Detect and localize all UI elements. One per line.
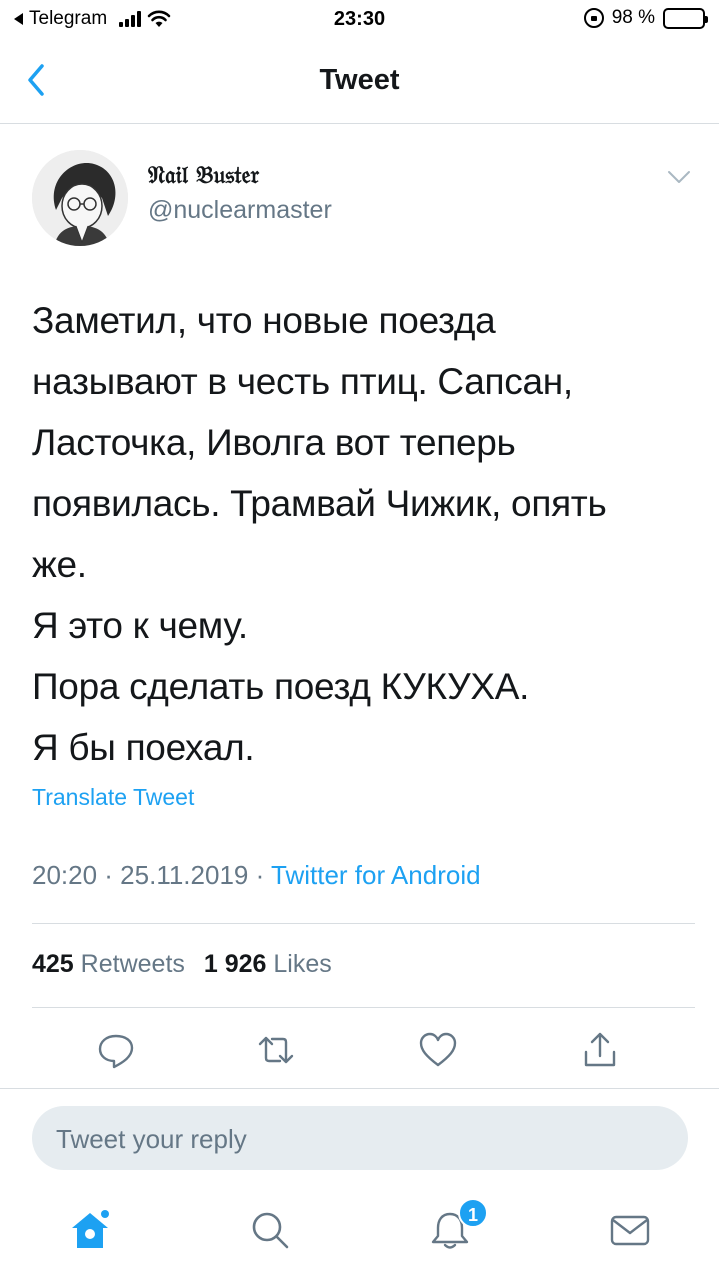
reply-placeholder: Tweet your reply <box>56 1124 247 1154</box>
retweets-label[interactable]: Retweets <box>81 950 185 978</box>
notification-badge: 1 <box>458 1198 488 1228</box>
tweet-timestamp: 20:20 · 25.11.2019 · <box>32 860 272 890</box>
divider <box>0 1088 719 1089</box>
tweet-text-line: Ласточка, Иволга вот теперь <box>32 422 516 463</box>
page-title: Tweet <box>319 64 400 96</box>
tweet-text-line: Пора сделать поезд КУКУХА. <box>32 666 530 707</box>
orientation-lock-icon <box>583 8 604 28</box>
tweet-stats: 425 Retweets 1 926 Likes <box>32 950 344 979</box>
tweet-text-line: Заметил, что новые поезда <box>32 300 496 341</box>
like-icon[interactable] <box>418 1030 458 1070</box>
tweet-text: Заметил, что новые поезда называют в чес… <box>32 290 692 778</box>
divider <box>32 1007 695 1008</box>
search-icon[interactable] <box>248 1208 292 1252</box>
author-handle[interactable]: @nuclearmaster <box>148 196 332 225</box>
tweet-meta: 20:20 · 25.11.2019 · Twitter for Android <box>32 860 481 891</box>
avatar-drawing <box>32 150 128 246</box>
battery-percent: 98 % <box>611 7 655 28</box>
retweets-count[interactable]: 425 <box>32 950 74 978</box>
chevron-down-icon[interactable] <box>664 166 694 188</box>
likes-label[interactable]: Likes <box>273 950 331 978</box>
messages-icon[interactable] <box>608 1208 652 1252</box>
likes-count[interactable]: 1 926 <box>204 950 267 978</box>
translate-tweet-link[interactable]: Translate Tweet <box>32 784 194 811</box>
retweet-icon[interactable] <box>256 1030 296 1070</box>
tab-bar <box>0 1190 719 1280</box>
nav-header: Tweet <box>0 40 719 124</box>
tweet-text-line: называют в честь птиц. Сапсан, <box>32 361 573 402</box>
tweet-actions <box>0 1024 719 1080</box>
reply-input[interactable]: Tweet your reply <box>32 1106 688 1170</box>
author-name[interactable]: 𝔑𝔞𝔦𝔩 𝔅𝔲𝔰𝔱𝔢𝔯 <box>148 160 259 189</box>
tweet-text-line: Я это к чему. <box>32 605 248 646</box>
battery-icon <box>663 7 708 29</box>
status-bar: Telegram 23:30 98 % <box>0 0 719 40</box>
tweet-text-line: Я бы поехал. <box>32 727 255 768</box>
home-icon[interactable] <box>68 1208 112 1252</box>
avatar[interactable] <box>32 150 128 246</box>
reply-icon[interactable] <box>96 1030 136 1070</box>
tweet-text-line: же. <box>32 544 87 585</box>
tweet-text-line: появилась. Трамвай Чижик, опять <box>32 483 607 524</box>
tweet-source-link[interactable]: Twitter for Android <box>271 860 481 890</box>
divider <box>32 923 695 924</box>
share-icon[interactable] <box>580 1030 620 1070</box>
